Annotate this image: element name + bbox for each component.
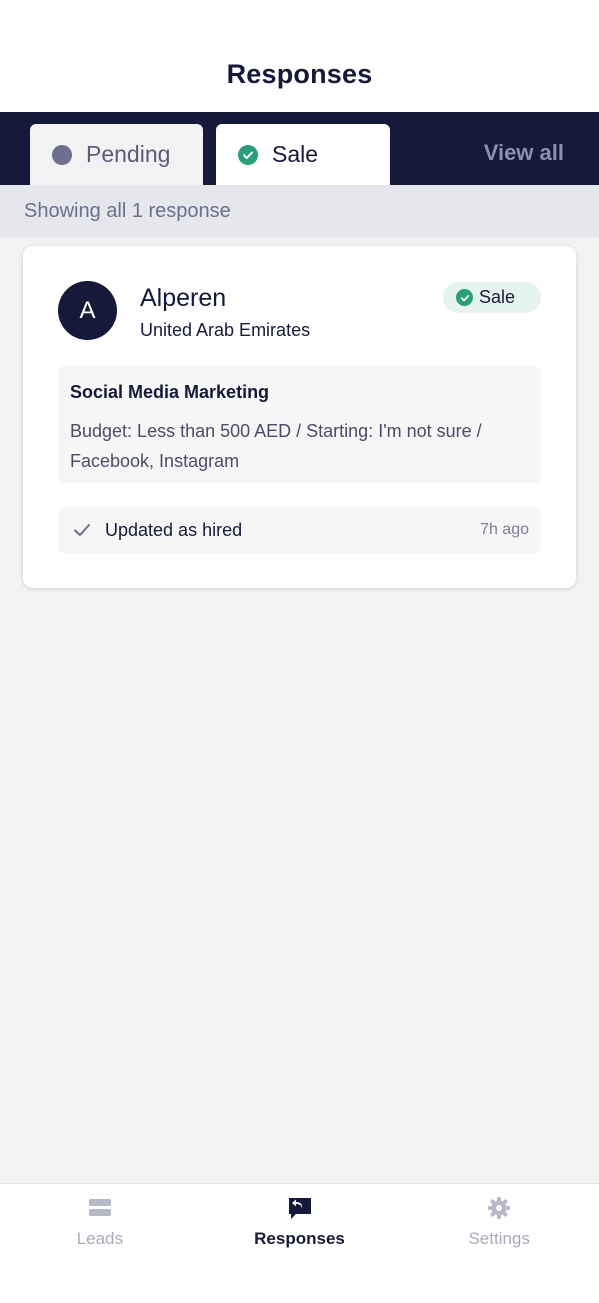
customer-name: Alperen bbox=[140, 284, 227, 312]
tab-sale[interactable]: Sale bbox=[216, 124, 390, 185]
check-circle-icon bbox=[456, 289, 473, 306]
activity-row: Updated as hired 7h ago bbox=[58, 507, 541, 553]
checkmark-icon bbox=[70, 518, 94, 542]
results-count: Showing all 1 response bbox=[0, 185, 599, 237]
nav-item-settings[interactable]: Settings bbox=[399, 1184, 599, 1303]
nav-item-leads[interactable]: Leads bbox=[0, 1184, 200, 1303]
tab-sale-label: Sale bbox=[272, 141, 319, 167]
avatar: A bbox=[58, 281, 117, 340]
service-title: Social Media Marketing bbox=[70, 382, 270, 402]
customer-country: United Arab Emirates bbox=[140, 320, 311, 340]
tab-pending-label: Pending bbox=[86, 141, 171, 167]
nav-label-settings: Settings bbox=[468, 1229, 530, 1248]
responses-icon bbox=[287, 1195, 313, 1221]
leads-icon bbox=[87, 1195, 113, 1221]
tab-pending[interactable]: Pending bbox=[30, 124, 203, 185]
gear-icon bbox=[486, 1195, 512, 1221]
request-details: Social Media Marketing Budget: Less than… bbox=[58, 366, 541, 483]
header: Responses bbox=[0, 0, 599, 112]
nav-label-responses: Responses bbox=[254, 1229, 345, 1248]
activity-timestamp: 7h ago bbox=[480, 521, 529, 538]
status-label: Sale bbox=[479, 287, 516, 307]
view-all-link[interactable]: View all bbox=[484, 140, 564, 166]
pending-dot-icon bbox=[52, 144, 72, 165]
bottom-nav: Leads Responses Settings bbox=[0, 1183, 599, 1303]
status-badge: Sale bbox=[443, 282, 541, 313]
service-description: Budget: Less than 500 AED / Starting: I'… bbox=[70, 421, 482, 471]
app-screen: Responses Pending Sale View all Showing … bbox=[0, 0, 599, 1303]
page-title: Responses bbox=[226, 58, 373, 89]
response-card[interactable]: A Alperen United Arab Emirates Sale Soci… bbox=[23, 246, 576, 588]
nav-label-leads: Leads bbox=[76, 1229, 123, 1248]
nav-item-responses[interactable]: Responses bbox=[200, 1184, 400, 1303]
activity-text: Updated as hired bbox=[105, 519, 243, 540]
check-circle-icon bbox=[238, 144, 258, 165]
tabs-bar: Pending Sale View all bbox=[0, 112, 599, 185]
